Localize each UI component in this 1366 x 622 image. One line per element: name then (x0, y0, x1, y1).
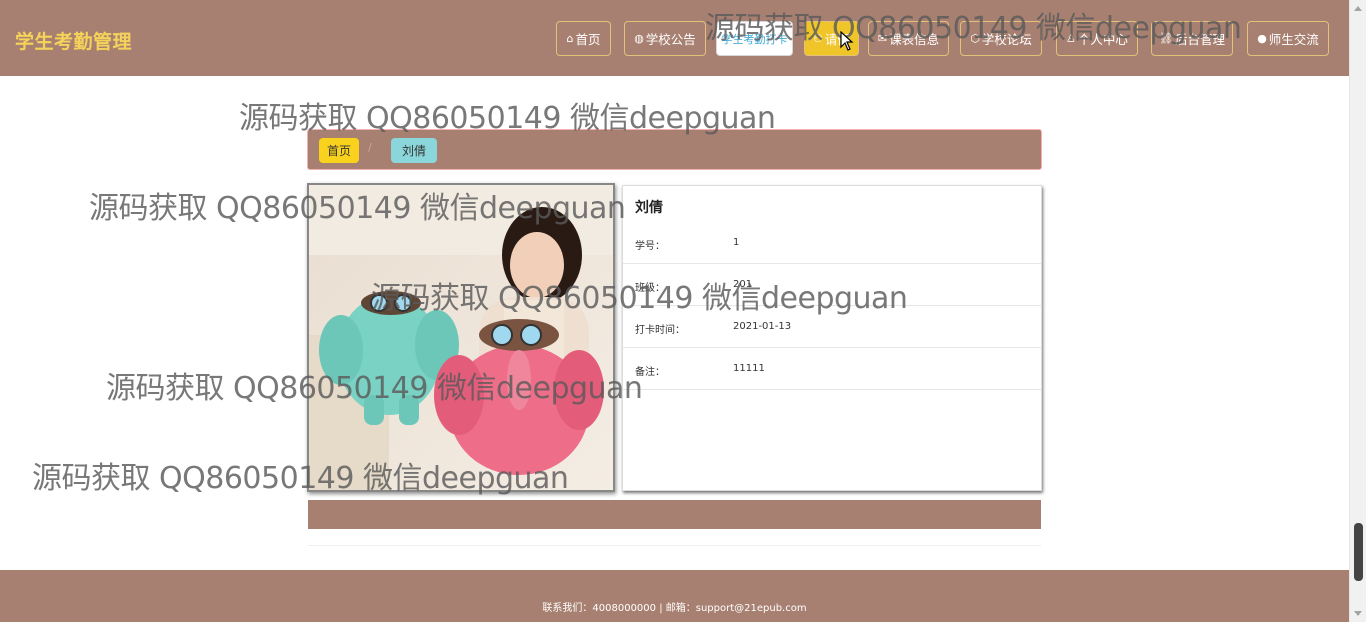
nav-label: 学生考勤打卡 (721, 32, 788, 46)
detail-row: 学号： 1 (623, 222, 1041, 264)
field-value: 1 (733, 237, 740, 248)
breadcrumb-current[interactable]: 刘倩 (391, 138, 438, 163)
nav-timetable[interactable]: ✉ 课表信息 (868, 21, 949, 56)
scroll-thumb[interactable] (1354, 523, 1363, 581)
student-detail-card: 刘倩 学号： 1 班级： 201 打卡时间： 2021-01-13 备注： 11… (622, 185, 1042, 491)
mail-icon: ✉ (877, 32, 888, 45)
user-icon: ♙ (1066, 32, 1076, 45)
home-icon: ⌂ (566, 32, 574, 45)
divider (308, 545, 1041, 546)
detail-row: 打卡时间： 2021-01-13 (623, 306, 1041, 348)
cube-icon: ⬡ (970, 32, 980, 45)
nav-forum[interactable]: ⬡ 学校论坛 (960, 21, 1042, 56)
nav-communication[interactable]: ● 师生交流 (1247, 21, 1329, 56)
scroll-up-icon[interactable] (1354, 6, 1362, 11)
breadcrumb-separator: / (368, 141, 372, 154)
chat-icon: ● (1257, 32, 1267, 45)
mouse-cursor-icon (840, 31, 854, 51)
field-value: 201 (733, 279, 753, 290)
top-header: 学生考勤管理 ⌂ 首页 ◍ 学校公告 学生考勤打卡 ⚇ 请假 ✉ 课表信息 ⬡ … (0, 0, 1349, 76)
nav-profile[interactable]: ♙ 个人中心 (1056, 21, 1138, 56)
nav-label: 课表信息 (889, 32, 940, 47)
scroll-down-icon[interactable] (1354, 611, 1362, 616)
detail-row: 班级： 201 (623, 264, 1041, 306)
student-photo-illustration (309, 185, 613, 490)
footer: 联系我们：4008000000 | 邮箱：support@21epub.com (0, 570, 1349, 622)
page: 学生考勤管理 ⌂ 首页 ◍ 学校公告 学生考勤打卡 ⚇ 请假 ✉ 课表信息 ⬡ … (0, 0, 1366, 622)
footer-contact: 联系我们：4008000000 | 邮箱：support@21epub.com (542, 603, 807, 614)
nav-label: 学校论坛 (981, 32, 1032, 47)
breadcrumb: 首页 / 刘倩 (307, 129, 1042, 170)
field-value: 2021-01-13 (733, 321, 792, 332)
content-lower-bar (308, 500, 1041, 529)
link-icon: ⛓ (1159, 32, 1173, 45)
field-label: 班级： (635, 283, 665, 294)
nav-label: 首页 (575, 32, 601, 47)
globe-icon: ◍ (634, 32, 644, 45)
nav-admin[interactable]: ⛓ 后台管理 (1151, 21, 1233, 56)
field-value: 11111 (733, 363, 765, 374)
main-nav: ⌂ 首页 ◍ 学校公告 学生考勤打卡 ⚇ 请假 ✉ 课表信息 ⬡ 学校论坛 ♙ … (0, 21, 1349, 56)
student-photo (307, 183, 615, 492)
detail-row: 备注： 11111 (623, 348, 1041, 390)
nav-attendance-checkin[interactable]: 学生考勤打卡 (716, 21, 793, 56)
field-label: 学号： (635, 241, 665, 252)
field-label: 备注： (635, 367, 665, 378)
nav-label: 师生交流 (1268, 32, 1319, 47)
leave-icon: ⚇ (813, 32, 823, 45)
nav-home[interactable]: ⌂ 首页 (556, 21, 611, 56)
student-name: 刘倩 (635, 200, 663, 216)
nav-announcements[interactable]: ◍ 学校公告 (624, 21, 706, 56)
breadcrumb-home[interactable]: 首页 (319, 138, 360, 163)
nav-label: 个人中心 (1077, 32, 1128, 47)
vertical-scrollbar[interactable] (1349, 0, 1366, 622)
nav-label: 学校公告 (645, 32, 696, 47)
nav-label: 后台管理 (1174, 32, 1225, 47)
field-label: 打卡时间： (635, 325, 685, 336)
